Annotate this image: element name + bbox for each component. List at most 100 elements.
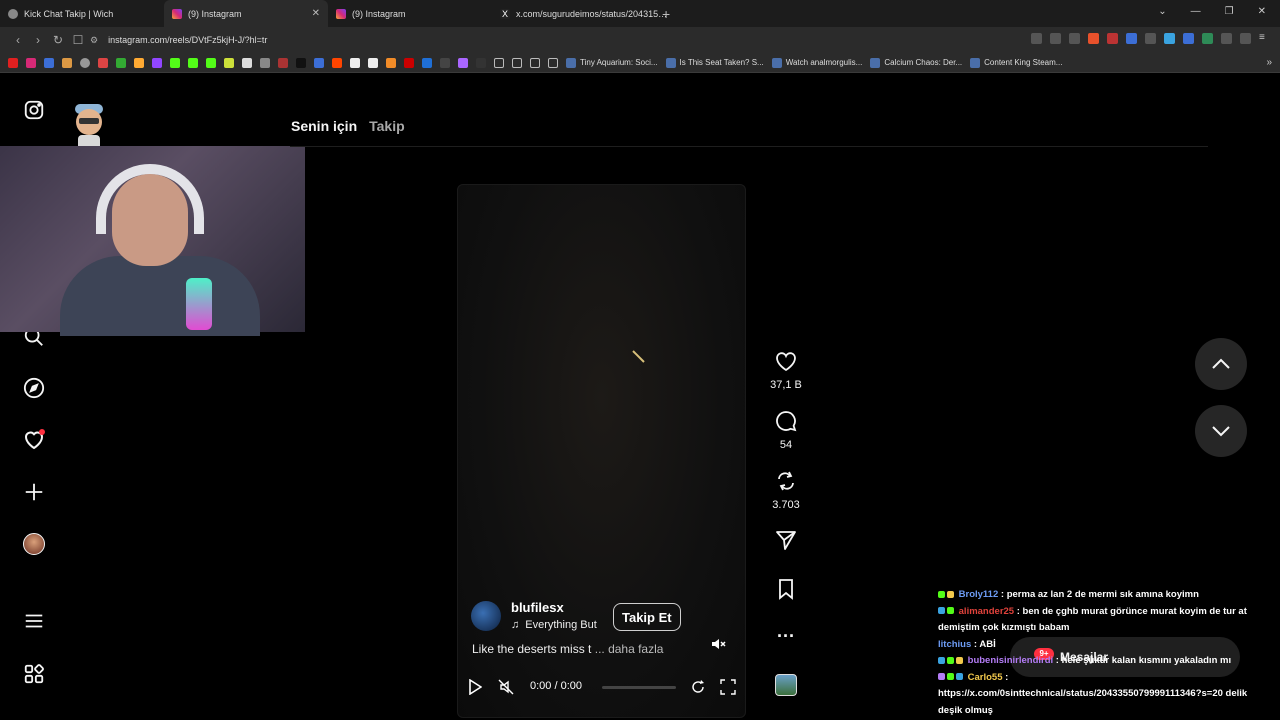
forward-icon[interactable]: › <box>28 33 48 47</box>
bookmark-item[interactable]: Tiny Aquarium: Soci... <box>566 57 658 68</box>
next-reel-button[interactable] <box>1195 405 1247 457</box>
bookmark-icon[interactable] <box>260 57 270 68</box>
cast-icon[interactable] <box>1031 33 1042 44</box>
save-action[interactable] <box>766 578 806 605</box>
kick-bookmark-icon[interactable] <box>170 57 180 68</box>
instagram-bookmark-icon[interactable] <box>26 57 36 68</box>
more-bookmarks-icon[interactable]: » <box>1266 57 1272 68</box>
fullscreen-icon[interactable] <box>720 679 736 695</box>
folder-icon[interactable] <box>512 57 522 68</box>
bookmark-icon[interactable] <box>404 57 414 68</box>
amazon-bookmark-icon[interactable] <box>368 57 378 68</box>
bookmark-icon[interactable] <box>242 57 252 68</box>
url-field[interactable]: ⚙ instagram.com/reels/DVtFz5kjH-J/?hl=tr <box>90 31 960 49</box>
more-options-icon[interactable]: ··· <box>766 626 806 647</box>
kick-bookmark-icon[interactable] <box>206 57 216 68</box>
bookmark-icon[interactable] <box>476 57 486 68</box>
more-menu-icon[interactable] <box>22 609 46 633</box>
reel-music[interactable]: ♫ Everything But <box>511 619 597 631</box>
previous-reel-button[interactable] <box>1195 338 1247 390</box>
minimize-icon[interactable]: — <box>1191 6 1201 17</box>
drive-bookmark-icon[interactable] <box>116 57 126 68</box>
also-from-meta-icon[interactable] <box>22 662 46 686</box>
bookmark-icon[interactable] <box>224 57 234 68</box>
audio-thumbnail[interactable] <box>766 674 806 701</box>
extension-icon[interactable] <box>1183 33 1194 44</box>
bookmark-icon[interactable] <box>278 57 288 68</box>
share-action[interactable] <box>766 529 806 556</box>
gmail-bookmark-icon[interactable] <box>98 57 108 68</box>
folder-icon[interactable] <box>530 57 540 68</box>
bookmark-icon[interactable] <box>314 57 324 68</box>
bookmark-icon[interactable] <box>80 57 90 68</box>
tab-for-you[interactable]: Senin için <box>291 118 357 134</box>
reload-icon[interactable]: ↻ <box>48 33 68 47</box>
bookmark-icon[interactable] <box>386 57 396 68</box>
reddit-bookmark-icon[interactable] <box>332 57 342 68</box>
tab-following[interactable]: Takip <box>369 118 405 134</box>
browser-tab[interactable]: Kick Chat Takip | Wich <box>0 0 164 27</box>
bookmark-icon[interactable] <box>458 57 468 68</box>
video-seek-bar[interactable] <box>602 686 676 689</box>
bookmark-icon[interactable] <box>422 57 432 68</box>
bookmark-icon[interactable] <box>62 57 72 68</box>
address-bar-row: ‹ › ↻ ☐ ⚙ instagram.com/reels/DVtFz5kjH-… <box>0 27 1280 53</box>
muted-speaker-icon[interactable] <box>710 636 726 652</box>
reel-video[interactable] <box>457 184 746 718</box>
x-bookmark-icon[interactable] <box>296 57 306 68</box>
sidebar-icon[interactable] <box>1240 33 1251 44</box>
bookmark-icon[interactable] <box>350 57 360 68</box>
bookmarks-bar: Tiny Aquarium: Soci... Is This Seat Take… <box>0 53 1280 73</box>
extension-icon[interactable] <box>1126 33 1137 44</box>
close-window-icon[interactable]: ✕ <box>1258 6 1266 17</box>
bookmark-item[interactable]: Is This Seat Taken? S... <box>665 57 764 68</box>
bookmark-icon[interactable]: ☐ <box>68 33 88 47</box>
like-action[interactable]: 37,1 B <box>766 350 806 391</box>
extension-icon[interactable] <box>1107 33 1118 44</box>
brave-shield-icon[interactable] <box>1088 33 1099 44</box>
maximize-icon[interactable]: ❐ <box>1225 6 1234 17</box>
folder-icon[interactable] <box>548 57 558 68</box>
create-plus-icon[interactable] <box>22 480 46 504</box>
author-username[interactable]: blufilesx <box>511 600 597 615</box>
back-icon[interactable]: ‹ <box>8 33 28 47</box>
browser-tab[interactable]: (9) Instagram <box>328 0 492 27</box>
comment-action[interactable]: 54 <box>766 410 806 451</box>
bookmark-icon[interactable] <box>134 57 144 68</box>
comments-count: 54 <box>779 439 793 451</box>
close-tab-icon[interactable]: ✕ <box>312 8 320 19</box>
replay-icon[interactable] <box>690 679 706 695</box>
share-icon[interactable] <box>1069 33 1080 44</box>
extension-icon[interactable] <box>1164 33 1175 44</box>
follow-button[interactable]: Takip Et <box>613 603 681 631</box>
extensions-puzzle-icon[interactable] <box>1221 33 1232 44</box>
instagram-logo-icon[interactable] <box>22 98 46 122</box>
menu-icon[interactable]: ≡ <box>1259 33 1270 44</box>
extension-icon[interactable] <box>1202 33 1213 44</box>
bookmark-item[interactable]: Watch analmorgulis... <box>771 57 862 68</box>
site-info-icon[interactable]: ⚙ <box>90 35 98 46</box>
kick-bookmark-icon[interactable] <box>188 57 198 68</box>
bookmark-item[interactable]: Content King Steam... <box>970 57 1062 68</box>
bookmark-item[interactable]: Calcium Chaos: Der... <box>870 57 962 68</box>
url-text: instagram.com/reels/DVtFz5kjH-J/?hl=tr <box>108 35 268 45</box>
reel-caption[interactable]: Like the deserts miss t ... daha fazla <box>472 642 663 656</box>
bookmark-icon[interactable] <box>44 57 54 68</box>
volume-mute-icon[interactable] <box>498 679 514 695</box>
bookmark-icon[interactable] <box>440 57 450 68</box>
repost-action[interactable]: 3.703 <box>766 470 806 511</box>
twitch-bookmark-icon[interactable] <box>152 57 162 68</box>
browser-tab-active[interactable]: (9) Instagram ✕ <box>164 0 328 27</box>
explore-icon[interactable] <box>22 376 46 400</box>
play-icon[interactable] <box>468 679 482 695</box>
tab-search-icon[interactable]: ⌄ <box>1158 6 1166 17</box>
author-avatar[interactable] <box>471 600 501 631</box>
folder-icon[interactable] <box>494 57 504 68</box>
caption-more-link[interactable]: ... daha fazla <box>595 642 664 656</box>
profile-avatar[interactable] <box>22 532 46 556</box>
browser-tab[interactable]: X x.com/sugurudeimos/status/204315… <box>492 0 667 27</box>
youtube-bookmark-icon[interactable] <box>8 57 18 68</box>
extension-icon[interactable] <box>1145 33 1156 44</box>
zoom-icon[interactable] <box>1050 33 1061 44</box>
notifications-heart-icon[interactable] <box>22 428 46 452</box>
